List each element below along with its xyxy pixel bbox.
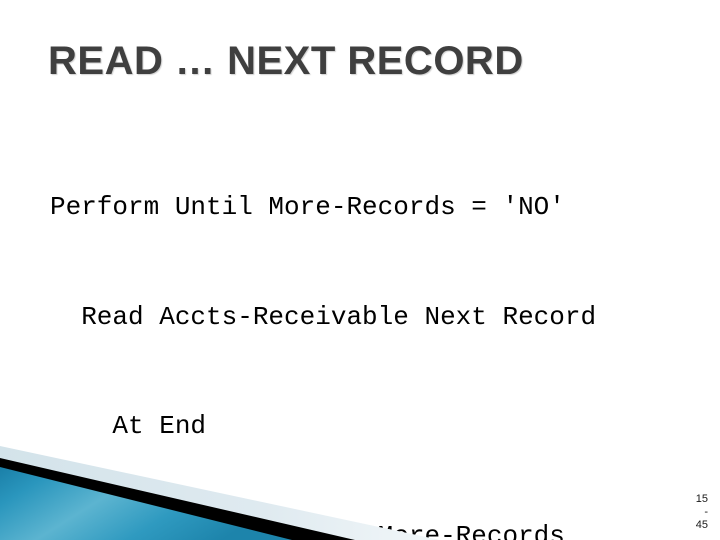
code-line: Move 'NO' To More-Records [50, 520, 565, 540]
code-line: Perform Until More-Records = 'NO' [50, 192, 565, 222]
page-number-bottom: 45 [695, 519, 708, 531]
page-number-separator: - [704, 506, 708, 518]
page-number-top: 15 [695, 493, 708, 505]
code-block: Perform Until More-Records = 'NO' Read A… [50, 116, 690, 540]
page-number: 15 - 45 [672, 493, 708, 532]
code-line: Read Accts-Receivable Next Record [50, 301, 597, 332]
code-line: At End [50, 411, 207, 441]
page-title: READ … NEXT RECORD [48, 39, 524, 83]
slide: READ … NEXT RECORD Perform Until More-Re… [0, 0, 720, 540]
